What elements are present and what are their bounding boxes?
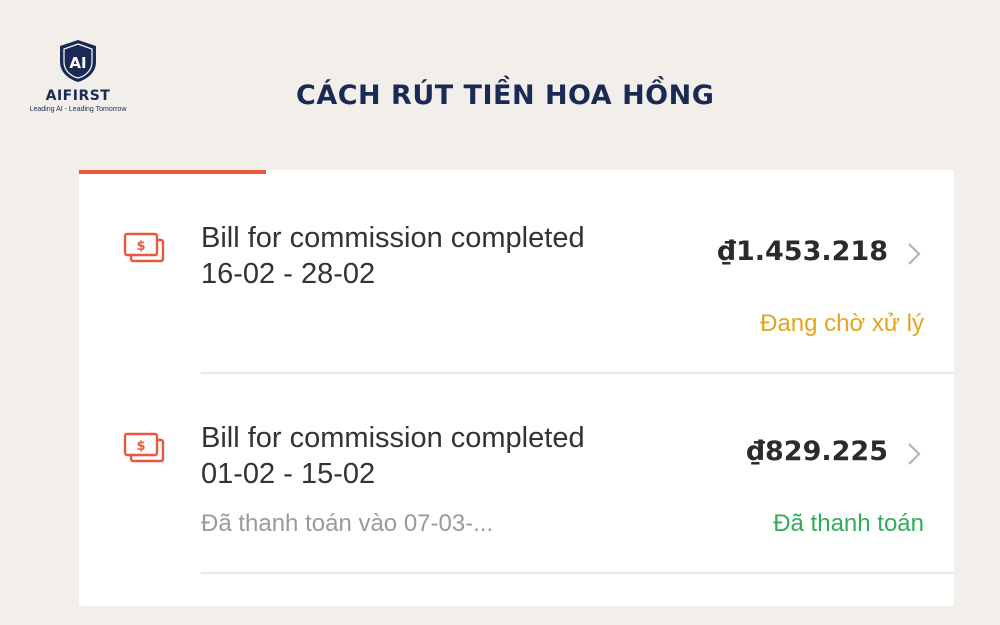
chevron-right-icon[interactable] [906, 240, 922, 268]
bill-title: Bill for commission completed [201, 222, 585, 254]
money-bill-icon: $ [123, 232, 165, 263]
bill-row[interactable]: $ Bill for commission completed 16-02 - … [79, 174, 954, 374]
commission-bill-list: $ Bill for commission completed 16-02 - … [79, 170, 954, 606]
bill-amount: ₫829.225 [746, 436, 888, 467]
bill-period: 01-02 - 15-02 [201, 458, 376, 490]
bill-title: Bill for commission completed [201, 422, 585, 454]
bill-payment-note: Đã thanh toán vào 07-03-... [201, 510, 494, 537]
brand-tagline: Leading AI - Leading Tomorrow [29, 106, 127, 113]
brand-name: AIFIRST [45, 88, 111, 104]
bill-amount: ₫1.453.218 [717, 236, 888, 267]
bill-status: Đã thanh toán [773, 510, 924, 537]
row-divider [201, 572, 954, 574]
page-title: CÁCH RÚT TIỀN HOA HỒNG [296, 80, 715, 111]
bill-status: Đang chờ xử lý [760, 310, 924, 337]
bill-period: 16-02 - 28-02 [201, 258, 376, 290]
svg-text:$: $ [136, 239, 145, 254]
logo-mark-text: AI [69, 54, 86, 72]
bill-row[interactable]: $ Bill for commission completed 01-02 - … [79, 374, 954, 574]
shield-logo-icon: AI [60, 40, 96, 82]
money-bill-icon: $ [123, 432, 165, 463]
chevron-right-icon[interactable] [906, 440, 922, 468]
brand-logo: AI AIFIRST Leading AI - Leading Tomorrow [28, 38, 128, 113]
svg-text:$: $ [136, 439, 145, 454]
